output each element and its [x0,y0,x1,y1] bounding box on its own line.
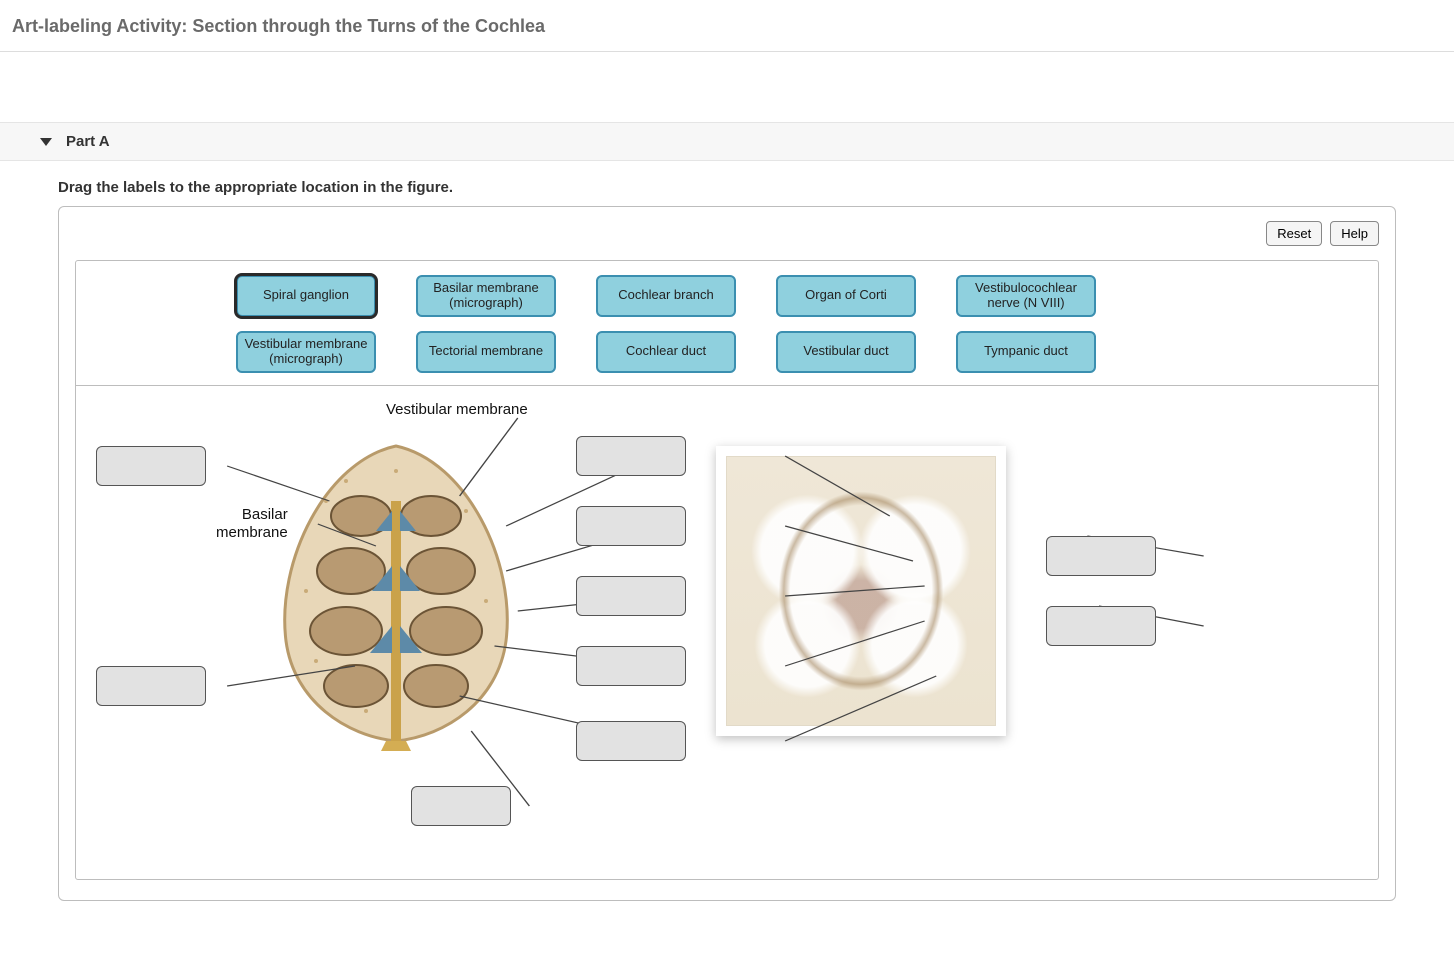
drop-target[interactable] [576,506,686,546]
drop-target[interactable] [576,576,686,616]
chevron-down-icon [40,138,52,146]
activity-frame: Reset Help Spiral ganglion Basilar membr… [58,206,1396,901]
drop-target[interactable] [96,666,206,706]
instructions-text: Drag the labels to the appropriate locat… [0,161,1454,206]
drop-target[interactable] [411,786,511,826]
label-vestibulocochlear-nerve[interactable]: Vestibulocochlear nerve (N VIII) [956,275,1096,317]
label-tray: Spiral ganglion Basilar membrane (microg… [76,261,1378,386]
label-organ-of-corti[interactable]: Organ of Corti [776,275,916,317]
cochlea-micrograph [716,446,1006,736]
drop-target[interactable] [576,646,686,686]
cochlea-illustration [266,441,526,751]
label-vestibular-duct[interactable]: Vestibular duct [776,331,916,373]
drop-target[interactable] [1046,606,1156,646]
label-cochlear-branch[interactable]: Cochlear branch [596,275,736,317]
part-title: Part A [66,133,110,150]
figure-area: Vestibular membrane Basilar membrane [76,386,1378,864]
drop-target[interactable] [576,436,686,476]
fixed-label-vestibular-membrane: Vestibular membrane [386,401,528,419]
label-basilar-membrane-micrograph[interactable]: Basilar membrane (micrograph) [416,275,556,317]
labeling-canvas: Spiral ganglion Basilar membrane (microg… [75,260,1379,880]
page-title: Art-labeling Activity: Section through t… [0,0,1454,52]
label-tympanic-duct[interactable]: Tympanic duct [956,331,1096,373]
label-cochlear-duct[interactable]: Cochlear duct [596,331,736,373]
part-header[interactable]: Part A [0,122,1454,161]
label-spiral-ganglion[interactable]: Spiral ganglion [236,275,376,317]
drop-target[interactable] [1046,536,1156,576]
label-tectorial-membrane[interactable]: Tectorial membrane [416,331,556,373]
drop-target[interactable] [96,446,206,486]
reset-button[interactable]: Reset [1266,221,1322,246]
label-vestibular-membrane-micrograph[interactable]: Vestibular membrane (micrograph) [236,331,376,373]
help-button[interactable]: Help [1330,221,1379,246]
drop-target[interactable] [576,721,686,761]
